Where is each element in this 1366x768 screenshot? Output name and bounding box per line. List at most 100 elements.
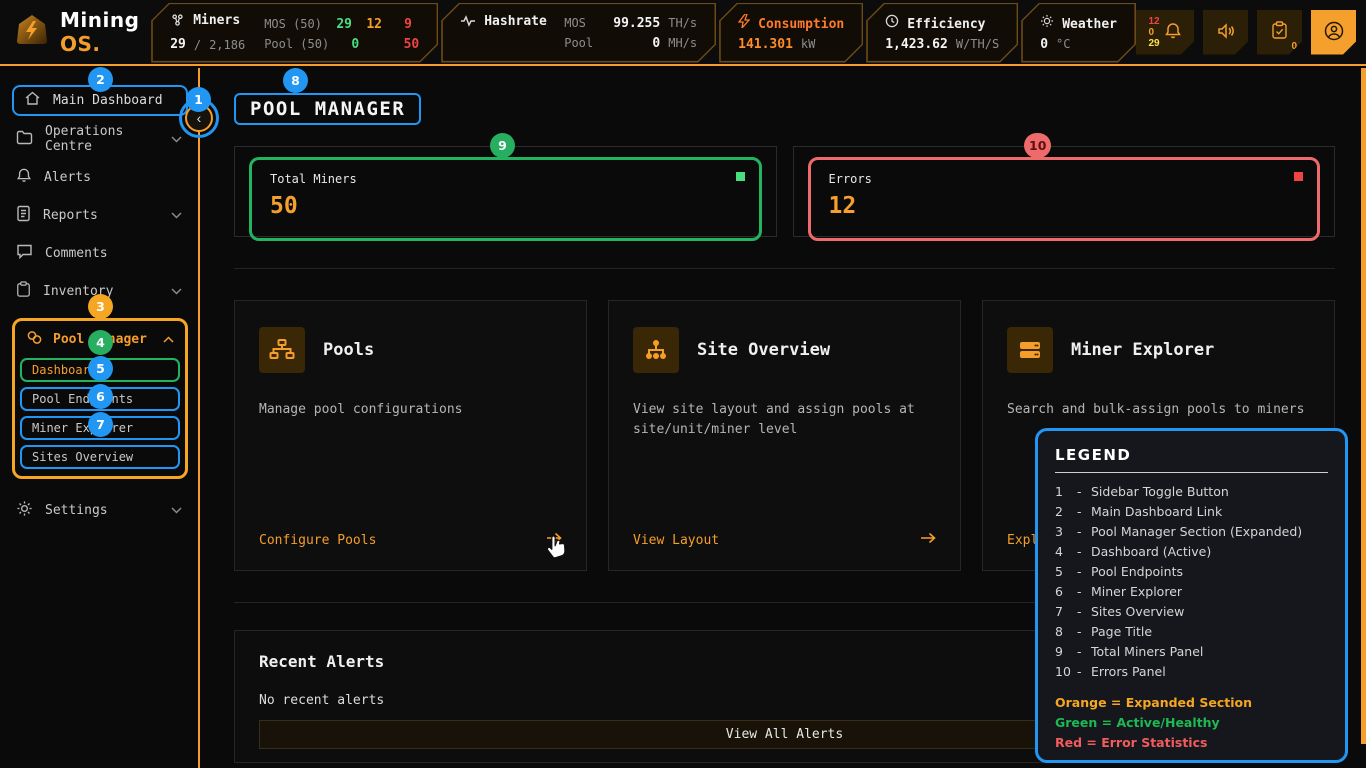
- sidebar-item-alerts[interactable]: Alerts: [0, 158, 198, 196]
- annotation-badge-3: 3: [88, 294, 113, 319]
- tasks-button[interactable]: 0: [1257, 10, 1302, 55]
- header-action-buttons: 12 0 29 0: [1136, 10, 1366, 55]
- mountain-bolt-logo-icon: [14, 14, 50, 50]
- miners-label: Miners: [193, 13, 240, 28]
- bell-icon: [16, 167, 32, 188]
- sidebar-item-label: Comments: [45, 246, 108, 261]
- bell-icon: [1164, 22, 1182, 43]
- legend-item: 3-Pool Manager Section (Expanded): [1055, 522, 1328, 542]
- sidebar-item-label: Reports: [43, 208, 98, 223]
- sidebar-item-settings[interactable]: Settings: [0, 491, 198, 529]
- announcements-button[interactable]: [1203, 10, 1248, 55]
- arrow-right-icon: [920, 532, 936, 548]
- legend-note-green: Green = Active/Healthy: [1055, 713, 1328, 733]
- card-action[interactable]: Configure Pools: [259, 532, 562, 548]
- top-header: Mining OS. Miners MOS (50) 29 12 9 29/2,…: [0, 0, 1366, 66]
- total-miners-value: 50: [270, 193, 741, 219]
- consumption-stat-panel: Consumption 141.301 kW: [720, 4, 862, 62]
- stats-row: Total Miners 50 Errors 12: [234, 146, 1335, 237]
- notification-counts: 12 0 29: [1148, 16, 1159, 49]
- page-title: POOL MANAGER: [234, 93, 421, 125]
- sun-icon: [1040, 14, 1054, 28]
- pools-card[interactable]: Pools Manage pool configurations Configu…: [234, 300, 587, 571]
- chevron-down-icon: [171, 212, 182, 219]
- legend-item: 6-Miner Explorer: [1055, 582, 1328, 602]
- legend-note-orange: Orange = Expanded Section: [1055, 693, 1328, 713]
- weather-unit: °C: [1056, 37, 1070, 51]
- chevron-down-icon: [171, 507, 182, 514]
- speaker-icon: [1216, 22, 1236, 43]
- red-status-dot: [1294, 172, 1303, 181]
- server-stack-icon: [1007, 327, 1053, 373]
- total-miners-panel: Total Miners 50: [234, 146, 777, 237]
- legend-item: 10-Errors Panel: [1055, 662, 1328, 682]
- sidebar-item-reports[interactable]: Reports: [0, 196, 198, 234]
- sidebar-item-label: Settings: [45, 503, 108, 518]
- annotation-badge-1: 1: [186, 87, 211, 112]
- card-title: Miner Explorer: [1071, 340, 1214, 360]
- miners-pool-label: Pool (50): [264, 37, 329, 51]
- weather-label: Weather: [1062, 17, 1117, 32]
- hashrate-stat-panel: Hashrate MOS 99.255 TH/s Pool 0 MH/s: [442, 4, 715, 62]
- vertical-scrollbar[interactable]: [1361, 68, 1366, 744]
- profile-button[interactable]: [1311, 10, 1356, 55]
- chevron-down-icon: [171, 288, 182, 295]
- card-action[interactable]: View Layout: [633, 532, 936, 548]
- section-divider: [234, 268, 1335, 269]
- site-tree-icon: [633, 327, 679, 373]
- pools-icon: [26, 330, 43, 349]
- miners-mos-ok: 29: [330, 17, 352, 32]
- annotation-badge-5: 5: [88, 356, 113, 381]
- annotation-badge-9: 9: [490, 133, 515, 158]
- card-title: Pools: [323, 340, 374, 360]
- arrow-right-icon: [546, 532, 562, 548]
- subitem-label: Miner Explorer: [32, 421, 133, 435]
- lightning-bolt-icon: [738, 14, 750, 28]
- errors-panel: Errors 12: [793, 146, 1336, 237]
- clipboard-check-icon: [1271, 21, 1288, 43]
- pools-network-icon: [259, 327, 305, 373]
- clock-icon: [885, 14, 899, 28]
- chevron-down-icon: [171, 136, 182, 143]
- errors-value: 12: [829, 193, 1300, 219]
- consumption-unit: kW: [801, 37, 815, 51]
- annotation-badge-4: 4: [88, 330, 113, 355]
- errors-annotation-box: Errors 12: [808, 157, 1321, 241]
- annotation-badge-8: 8: [283, 68, 308, 93]
- miners-mos-label: MOS (50): [264, 17, 322, 31]
- notifications-button[interactable]: 12 0 29: [1136, 10, 1194, 55]
- legend-item: 9-Total Miners Panel: [1055, 642, 1328, 662]
- consumption-value: 141.301: [738, 37, 793, 52]
- home-icon: [24, 90, 41, 111]
- annotation-badge-2: 2: [88, 67, 113, 92]
- subitem-label: Sites Overview: [32, 450, 133, 464]
- legend-item: 7-Sites Overview: [1055, 602, 1328, 622]
- annotation-badge-10: 10: [1024, 133, 1051, 158]
- subitem-label: Pool Endpoints: [32, 392, 133, 406]
- sidebar-item-label: Main Dashboard: [53, 93, 163, 108]
- miners-online: 29: [170, 37, 186, 52]
- hashrate-pool-unit: MH/s: [668, 36, 697, 50]
- brand-name: Mining OS.: [60, 8, 151, 56]
- gear-icon: [16, 500, 33, 521]
- weather-stat-panel: Weather 0 °C: [1022, 4, 1135, 62]
- sidebar-item-operations-centre[interactable]: Operations Centre: [0, 120, 198, 158]
- miners-pool-ok: 0: [337, 37, 359, 52]
- legend-item: 4-Dashboard (Active): [1055, 542, 1328, 562]
- efficiency-unit: W/TH/S: [956, 37, 999, 51]
- activity-pulse-icon: [460, 15, 476, 27]
- brand-logo[interactable]: Mining OS.: [0, 8, 151, 56]
- sidebar-subitem-sites-overview[interactable]: Sites Overview: [20, 445, 180, 469]
- legend-color-notes: Orange = Expanded Section Green = Active…: [1055, 693, 1328, 753]
- card-description: Search and bulk-assign pools to miners: [1007, 400, 1310, 420]
- chevron-up-icon: [163, 336, 174, 343]
- efficiency-stat-panel: Efficiency 1,423.62 W/TH/S: [867, 4, 1017, 62]
- legend-divider: [1055, 472, 1328, 473]
- sidebar-item-comments[interactable]: Comments: [0, 234, 198, 272]
- site-overview-card[interactable]: Site Overview View site layout and assig…: [608, 300, 961, 571]
- hashrate-label: Hashrate: [484, 14, 547, 29]
- efficiency-label: Efficiency: [907, 17, 985, 32]
- hashrate-pool-value: 0: [608, 36, 660, 51]
- legend-item: 5-Pool Endpoints: [1055, 562, 1328, 582]
- card-action-label: Configure Pools: [259, 533, 376, 548]
